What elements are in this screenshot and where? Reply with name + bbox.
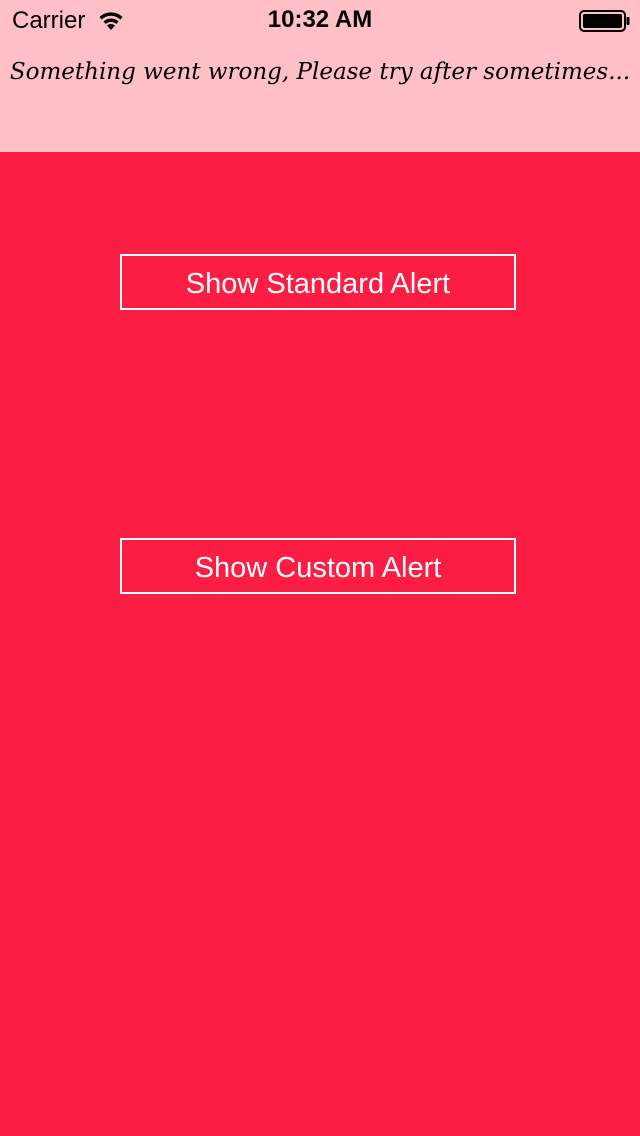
error-banner: Carrier 10:32 AM Something went wrong, P…: [0, 0, 640, 152]
show-standard-alert-button[interactable]: Show Standard Alert: [120, 254, 516, 310]
status-bar: Carrier 10:32 AM: [0, 0, 640, 40]
status-time: 10:32 AM: [267, 6, 373, 33]
error-message: Something went wrong, Please try after s…: [9, 59, 631, 85]
battery-icon: [579, 10, 631, 32]
show-custom-alert-button[interactable]: Show Custom Alert: [120, 538, 516, 594]
